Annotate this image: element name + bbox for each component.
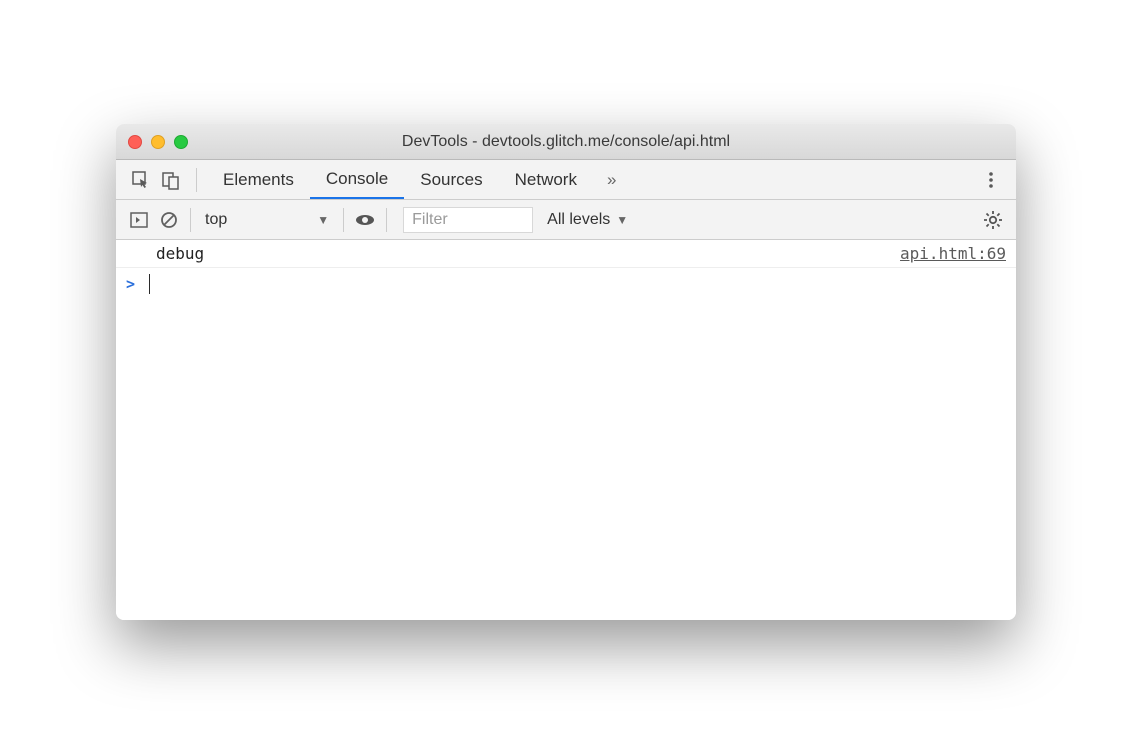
console-log-row: debug api.html:69 — [116, 240, 1016, 268]
window-controls — [128, 135, 188, 149]
devtools-toolbar: Elements Console Sources Network » — [116, 160, 1016, 200]
filter-input[interactable] — [403, 207, 533, 233]
prompt-chevron-icon: > — [126, 275, 135, 293]
text-cursor — [149, 274, 150, 294]
tab-network[interactable]: Network — [499, 160, 593, 199]
devtools-menu-icon[interactable] — [976, 165, 1006, 195]
tab-console[interactable]: Console — [310, 160, 404, 199]
console-settings-icon[interactable] — [978, 205, 1008, 235]
toolbar-divider — [196, 168, 197, 192]
live-expression-icon[interactable] — [350, 205, 380, 235]
dropdown-caret-icon: ▼ — [616, 213, 628, 227]
execution-context-selector[interactable]: top ▼ — [197, 205, 337, 235]
tab-elements[interactable]: Elements — [207, 160, 310, 199]
tab-sources[interactable]: Sources — [404, 160, 498, 199]
log-levels-selector[interactable]: All levels ▼ — [547, 211, 628, 229]
window-title: DevTools - devtools.glitch.me/console/ap… — [128, 133, 1004, 151]
log-message: debug — [156, 244, 204, 263]
maximize-window-button[interactable] — [174, 135, 188, 149]
more-tabs-button[interactable]: » — [601, 170, 622, 190]
filterbar-divider — [190, 208, 191, 232]
panel-tabs: Elements Console Sources Network » — [207, 160, 622, 199]
minimize-window-button[interactable] — [151, 135, 165, 149]
log-source-link[interactable]: api.html:69 — [900, 244, 1006, 263]
console-prompt[interactable]: > — [116, 268, 1016, 300]
window-titlebar: DevTools - devtools.glitch.me/console/ap… — [116, 124, 1016, 160]
device-toolbar-icon[interactable] — [156, 165, 186, 195]
filterbar-divider — [343, 208, 344, 232]
levels-label: All levels — [547, 211, 610, 229]
context-label: top — [205, 211, 227, 229]
clear-console-icon[interactable] — [154, 205, 184, 235]
console-filterbar: top ▼ All levels ▼ — [116, 200, 1016, 240]
inspect-element-icon[interactable] — [126, 165, 156, 195]
devtools-window: DevTools - devtools.glitch.me/console/ap… — [116, 124, 1016, 620]
toggle-sidebar-icon[interactable] — [124, 205, 154, 235]
filterbar-divider — [386, 208, 387, 232]
console-output: debug api.html:69 > — [116, 240, 1016, 620]
close-window-button[interactable] — [128, 135, 142, 149]
dropdown-caret-icon: ▼ — [317, 213, 329, 227]
